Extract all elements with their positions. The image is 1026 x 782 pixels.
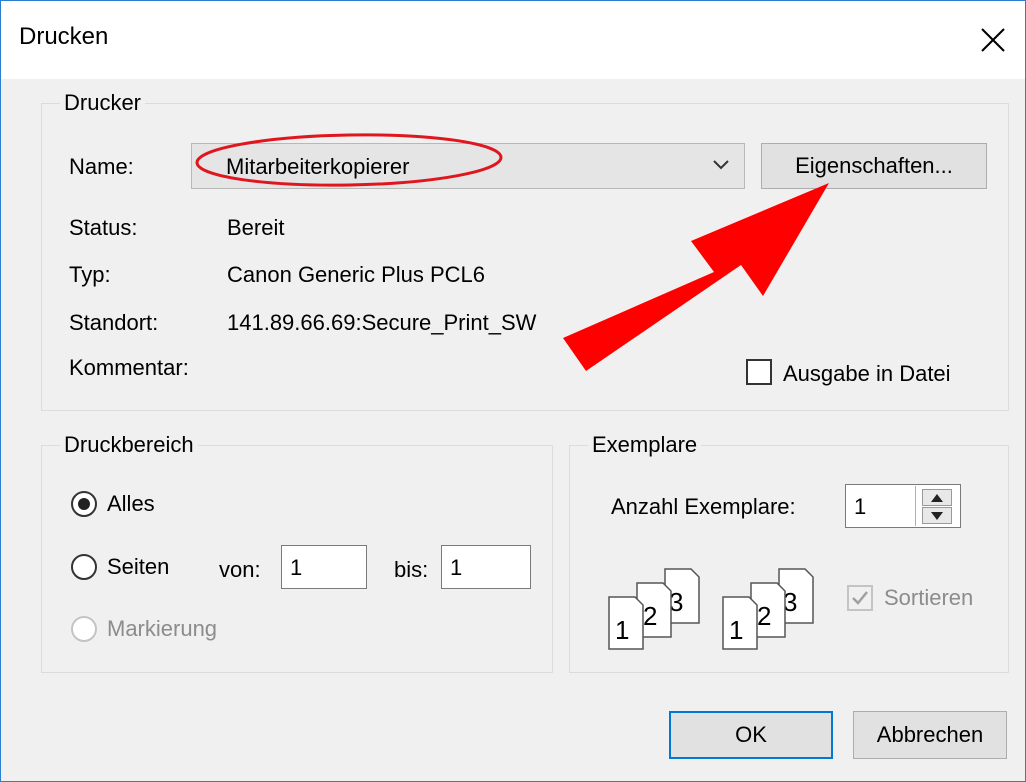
print-to-file-checkbox[interactable] <box>746 359 772 385</box>
cancel-button[interactable]: Abbrechen <box>853 711 1007 759</box>
window-title: Drucken <box>19 23 109 50</box>
properties-button[interactable]: Eigenschaften... <box>761 143 987 189</box>
copies-legend: Exemplare <box>588 431 702 459</box>
printer-name-label: Name: <box>69 154 134 179</box>
collate-pages-icon: 3 2 1 <box>608 568 700 650</box>
radio-selection-label: Markierung <box>107 616 218 641</box>
svg-text:2: 2 <box>757 601 771 631</box>
status-value: Bereit <box>227 215 285 240</box>
printer-group-legend: Drucker <box>60 89 146 117</box>
collate-pages-icon: 3 2 1 <box>722 568 814 650</box>
close-button[interactable] <box>959 1 1025 79</box>
page-1-icon: 1 <box>608 596 644 650</box>
triangle-up-icon <box>931 494 943 502</box>
to-page-input[interactable]: 1 <box>441 545 531 589</box>
from-page-input[interactable]: 1 <box>281 545 367 589</box>
close-icon <box>981 28 1005 52</box>
type-value: Canon Generic Plus PCL6 <box>227 262 486 287</box>
spin-down-button[interactable] <box>922 507 952 524</box>
printer-select[interactable]: Mitarbeiterkopierer <box>191 143 745 189</box>
print-dialog: Drucken Drucker Name: Mitarbeiterkopiere… <box>0 0 1026 782</box>
radio-pages-label: Seiten <box>107 554 170 579</box>
radio-all-label: Alles <box>107 491 155 516</box>
to-page-value: 1 <box>450 555 463 580</box>
to-label: bis: <box>394 557 429 582</box>
svg-text:1: 1 <box>729 615 743 645</box>
checkmark-icon <box>852 591 868 605</box>
location-value: 141.89.66.69:Secure_Print_SW <box>227 310 537 335</box>
collate-label: Sortieren <box>884 585 974 610</box>
comment-label: Kommentar: <box>69 355 189 380</box>
radio-selection[interactable] <box>71 616 97 642</box>
spin-up-button[interactable] <box>922 489 952 506</box>
printer-select-value: Mitarbeiterkopierer <box>226 154 410 179</box>
print-range-legend: Druckbereich <box>60 431 198 459</box>
triangle-down-icon <box>931 512 943 520</box>
radio-all-dot <box>78 498 90 510</box>
radio-pages[interactable] <box>71 554 97 580</box>
copies-count-label: Anzahl Exemplare: <box>611 494 796 519</box>
copies-count-value: 1 <box>854 494 867 519</box>
radio-all[interactable] <box>71 491 97 517</box>
from-page-value: 1 <box>290 555 303 580</box>
collate-checkbox[interactable] <box>847 585 873 611</box>
svg-text:1: 1 <box>615 615 629 645</box>
svg-text:2: 2 <box>643 601 657 631</box>
location-label: Standort: <box>69 310 159 335</box>
page-1-icon: 1 <box>722 596 758 650</box>
ok-button[interactable]: OK <box>669 711 833 759</box>
from-label: von: <box>219 557 261 582</box>
print-to-file-label: Ausgabe in Datei <box>783 361 951 386</box>
status-label: Status: <box>69 215 138 240</box>
title-bar: Drucken <box>1 1 1025 79</box>
type-label: Typ: <box>69 262 111 287</box>
copies-spinner <box>915 486 959 526</box>
chevron-down-icon <box>713 160 729 170</box>
